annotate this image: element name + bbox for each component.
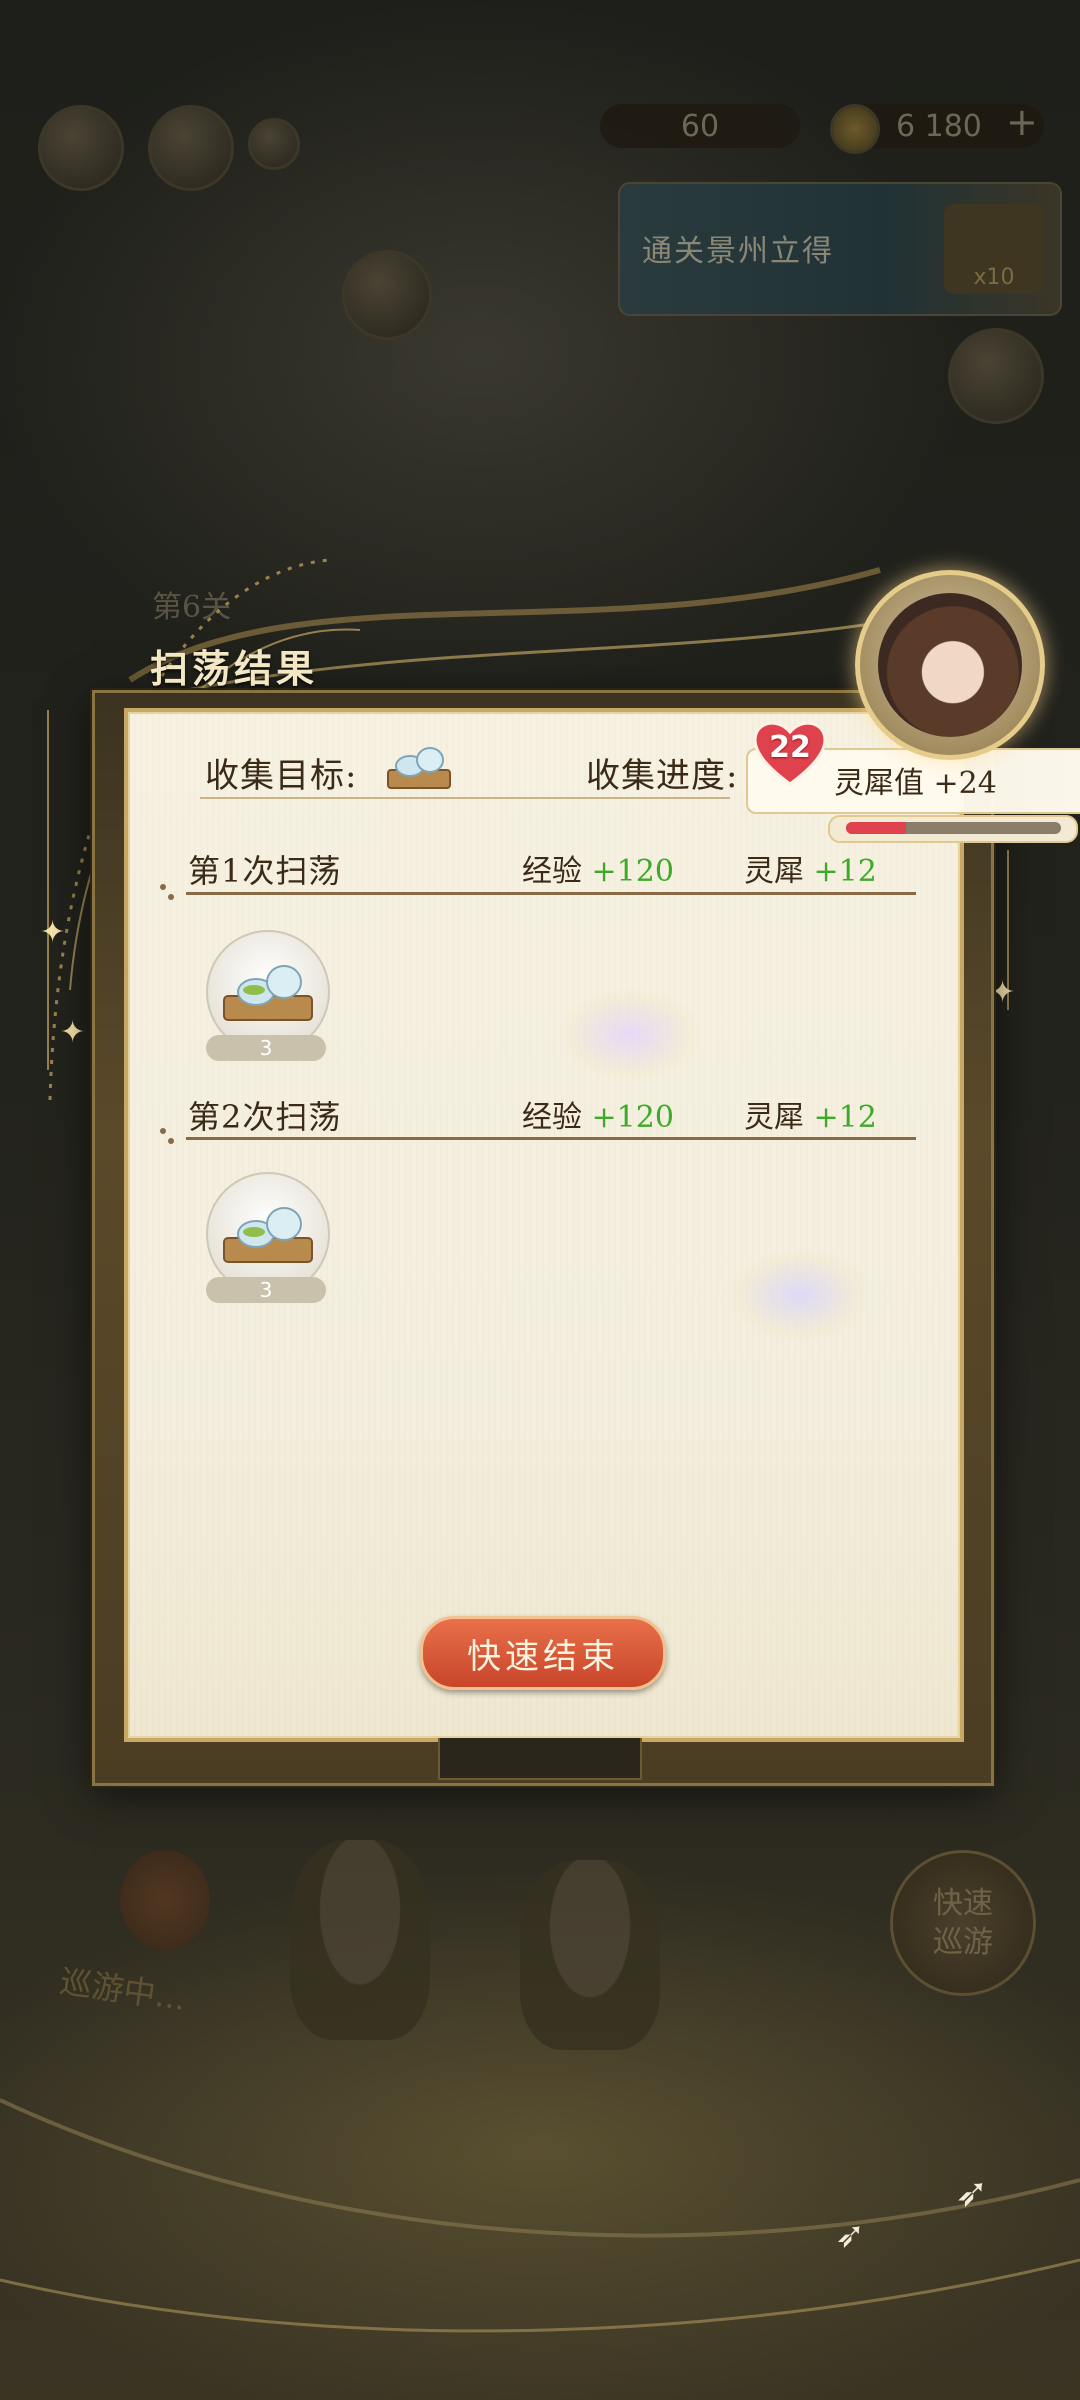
- quick-roam-line2: 巡游: [933, 1925, 993, 1960]
- exp-value: +120: [591, 1100, 674, 1135]
- divider-dot: [160, 1128, 166, 1134]
- collect-progress-label: 收集进度:: [586, 756, 739, 796]
- task-icon: [948, 328, 1044, 424]
- affection-progress-bar: [846, 822, 1061, 834]
- sweep-1-lingxi: 灵犀 +12: [744, 846, 877, 890]
- tea-set-icon: [387, 747, 451, 789]
- glow-effect: [560, 990, 700, 1080]
- sweep-1-exp: 经验 +120: [522, 846, 674, 890]
- menu-round-icon: [38, 105, 124, 191]
- divider-dot: [168, 1138, 174, 1144]
- item-count: 3: [206, 1277, 326, 1303]
- bird-icon: ➶: [835, 2215, 866, 2256]
- bottom-swoosh-decoration: [0, 2098, 1080, 2333]
- lingxi-label: 灵犀: [744, 1100, 804, 1135]
- exp-label: 经验: [522, 854, 582, 889]
- help-icon: [248, 118, 300, 170]
- sweep-2-divider: [186, 1137, 916, 1140]
- banner-badge: x10: [944, 204, 1044, 294]
- affection-progress-fill: [846, 822, 907, 834]
- bird-icon: ➶: [955, 2170, 989, 2216]
- character-avatar: [855, 570, 1045, 760]
- sweep-2-lingxi: 灵犀 +12: [744, 1092, 877, 1136]
- sweep-2-exp: 经验 +120: [522, 1092, 674, 1136]
- lantern-icon: [120, 1850, 210, 1950]
- affection-label: 灵犀值 +24: [834, 766, 997, 801]
- sweep-1-label: 第1次扫荡: [188, 852, 342, 890]
- avatar-portrait: [878, 593, 1022, 737]
- lingxi-label: 灵犀: [744, 854, 804, 889]
- add-icon: +: [1006, 100, 1038, 144]
- tea-set-icon: [223, 965, 313, 1021]
- sparkle-icon: ✦: [60, 1015, 86, 1050]
- quick-end-button[interactable]: 快速结束: [420, 1616, 666, 1690]
- bag-icon: [342, 250, 432, 340]
- event-banner: 通关景州立得 x10: [618, 182, 1062, 316]
- exp-label: 经验: [522, 1100, 582, 1135]
- resource-value: 6 180: [896, 108, 982, 144]
- lingxi-value: +12: [813, 854, 877, 889]
- sweep-1-divider: [186, 892, 916, 895]
- banner-text: 通关景州立得: [642, 234, 834, 269]
- coin-icon: [830, 104, 880, 154]
- glow-effect: [730, 1250, 870, 1340]
- divider-dot: [168, 894, 174, 900]
- affection-level: 22: [769, 730, 811, 765]
- sweep-2-label: 第2次扫荡: [188, 1098, 342, 1136]
- collect-divider: [200, 797, 730, 799]
- tea-set-icon: [223, 1207, 313, 1263]
- collect-target-label: 收集目标:: [205, 756, 358, 796]
- panel-title: 扫荡结果: [150, 646, 319, 691]
- resource-pill-left: 60: [600, 104, 800, 148]
- exp-value: +120: [591, 854, 674, 889]
- lingxi-value: +12: [813, 1100, 877, 1135]
- divider-dot: [160, 884, 166, 890]
- panel-bottom-tab: [438, 1738, 642, 1780]
- quick-roam-button[interactable]: 快速 巡游: [890, 1850, 1036, 1996]
- quick-roam-line1: 快速: [933, 1886, 993, 1921]
- item-count: 3: [206, 1035, 326, 1061]
- sparkle-icon: ✦: [40, 915, 66, 950]
- palace-icon: [148, 105, 234, 191]
